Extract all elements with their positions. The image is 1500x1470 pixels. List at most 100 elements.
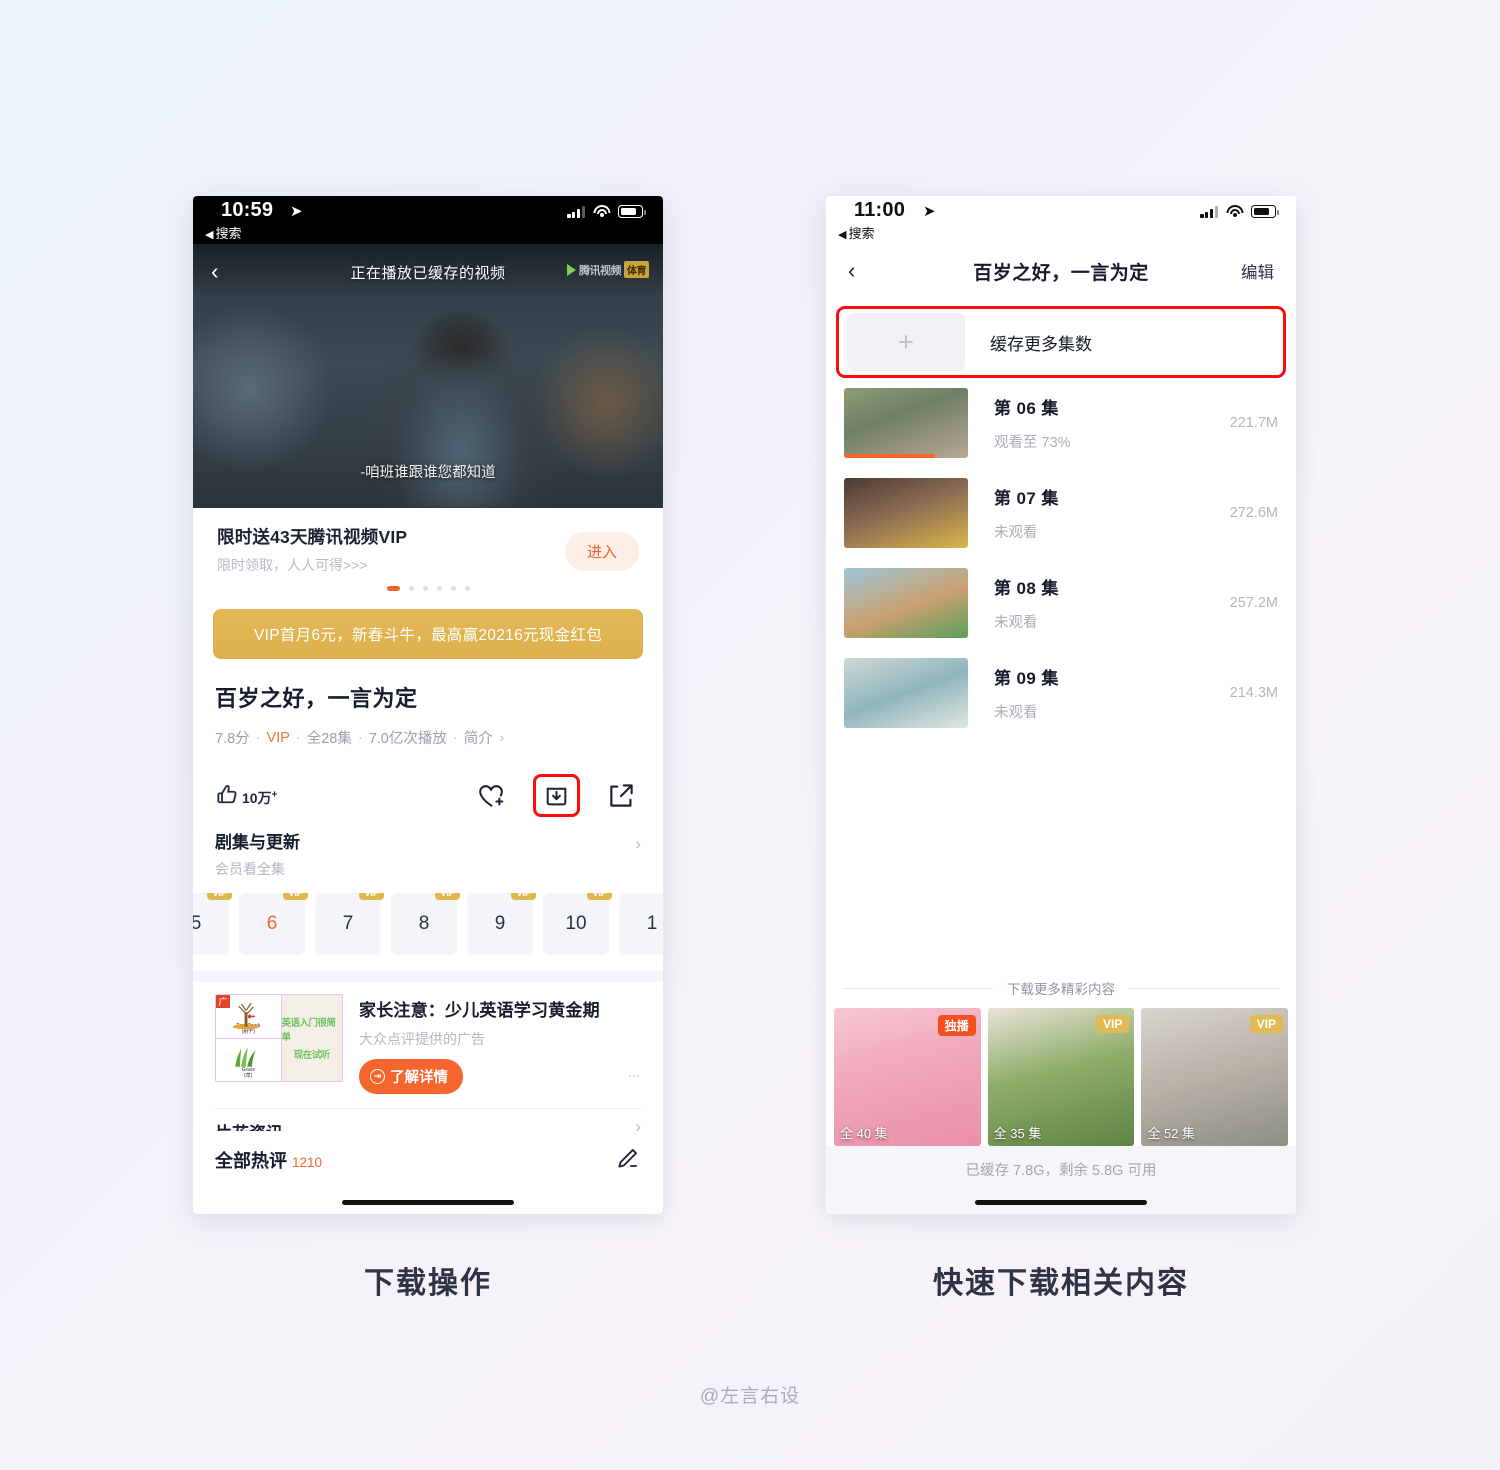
more-content-label: 下载更多精彩内容: [1007, 982, 1115, 997]
episode-section-title: 剧集与更新: [215, 833, 300, 852]
home-indicator: [826, 1200, 1296, 1205]
comments-title: 全部热评 1210: [215, 1151, 323, 1171]
episode-info: 第 07 集未观看: [994, 484, 1230, 542]
episode-name: 第 06 集: [994, 399, 1059, 418]
cache-more-label: 缓存更多集数: [990, 334, 1092, 354]
video-player[interactable]: ‹ 正在播放已缓存的视频 腾讯视频 体育 -咱班谁跟谁您都知道: [193, 244, 663, 508]
episode-carousel[interactable]: VIP 5 VIP 6 VIP 7 VIP 8 VIP 9 VIP 10 VIP1: [193, 893, 663, 955]
recommendation-card[interactable]: 独播全 40 集: [834, 1008, 981, 1146]
news-row-title: 片花资讯: [215, 1119, 641, 1131]
recommendation-card[interactable]: VIP 全 52 集: [1141, 1008, 1289, 1146]
vip-badge: VIP: [283, 893, 308, 900]
status-back-to-search[interactable]: ◀ 搜索: [205, 223, 241, 242]
episode-size: 257.2M: [1229, 595, 1278, 611]
like-count: 10万+: [242, 789, 278, 806]
recommendation-card[interactable]: VIP 全 35 集: [987, 1008, 1135, 1146]
episode-number: 7: [342, 913, 354, 934]
comments-count: 1210: [292, 1155, 323, 1170]
news-row[interactable]: 片花资讯 ›: [193, 1109, 663, 1131]
ad-thumb-text-line2: 现在试听: [293, 1050, 331, 1061]
edit-button[interactable]: 编辑: [1241, 259, 1274, 283]
ad-cta-label: 了解详情: [390, 1070, 448, 1086]
more-content-header: 下载更多精彩内容: [826, 978, 1296, 998]
download-button-highlight[interactable]: [533, 773, 580, 817]
share-icon[interactable]: [606, 780, 637, 811]
episode-chip[interactable]: VIP 6: [239, 893, 308, 955]
ad-flag-label: 广: [216, 995, 230, 1008]
more-vertical-icon[interactable]: ⋮: [627, 1070, 641, 1082]
episode-list-item[interactable]: 第 08 集未观看 257.2M: [826, 558, 1296, 648]
wifi-icon: [1226, 205, 1243, 218]
status-indicators: [1200, 205, 1279, 218]
episode-number: 8: [418, 913, 430, 934]
status-time: 11:00: [854, 199, 906, 221]
vip-banner[interactable]: VIP首月6元，新春斗牛，最高赢20216元现金红包: [213, 609, 643, 659]
comments-bar: 全部热评 1210: [193, 1131, 663, 1173]
ad-cta-button[interactable]: ⇥ 了解详情: [359, 1059, 463, 1094]
caption-left: 下载操作: [364, 1267, 492, 1300]
like-button[interactable]: 10万+: [215, 782, 277, 808]
episode-section: 剧集与更新 会员看全集 ›: [193, 828, 663, 879]
episode-chip[interactable]: VIP1: [619, 893, 663, 955]
ad-source: 大众点评提供的广告: [359, 1031, 485, 1047]
pencil-icon[interactable]: [613, 1145, 641, 1173]
action-icons: [476, 770, 637, 820]
show-meta[interactable]: 7.8分 · VIP · 全28集 · 7.0亿次播放 · 简介 ›: [215, 727, 641, 748]
section-divider: [193, 971, 663, 982]
status-time: 10:59: [221, 199, 274, 221]
play-triangle-icon: [567, 263, 576, 276]
cache-more-button[interactable]: + 缓存更多集数: [836, 306, 1286, 378]
episode-thumbnail: [844, 658, 968, 728]
vip-promo-card[interactable]: 限时送43天腾讯视频VIP 限时领取，人人可得>>> 进入: [193, 508, 663, 597]
episode-section-subtitle: 会员看全集: [215, 861, 285, 877]
vip-badge: VIP: [587, 893, 612, 900]
episode-list-item[interactable]: 第 07 集未观看 272.6M: [826, 468, 1296, 558]
chevron-right-icon[interactable]: ›: [635, 1117, 641, 1131]
vip-badge: VIP: [511, 893, 536, 900]
thumbs-up-icon: [217, 785, 237, 804]
episode-thumbnail: [844, 478, 968, 548]
episode-list-item[interactable]: 第 09 集未观看 214.3M: [826, 648, 1296, 738]
signal-icon: [567, 205, 585, 218]
watch-progress-bar: [844, 454, 935, 458]
navigation-bar: ‹ 百岁之好，一言为定 编辑: [826, 244, 1296, 298]
status-bar-right: 11:00 ➤ ◀ 搜索: [826, 196, 1296, 244]
content-tag: VIP: [1096, 1015, 1130, 1033]
advertisement-card[interactable]: 广 Tree Trunk(树干): [193, 982, 663, 1094]
episode-name: 第 08 集: [994, 579, 1059, 598]
triangle-left-icon: ◀: [838, 229, 847, 241]
recommendation-row: 独播全 40 集 VIP 全 35 集 VIP 全 52 集: [826, 1008, 1296, 1146]
episode-list-item[interactable]: 第 06 集观看至 73% 221.7M: [826, 378, 1296, 468]
carousel-dots[interactable]: [217, 586, 639, 591]
episode-size: 214.3M: [1229, 685, 1278, 701]
vip-tag: VIP: [266, 729, 290, 746]
episode-chip[interactable]: VIP 5: [193, 893, 232, 955]
episode-number: 1: [646, 913, 658, 934]
promo-enter-button[interactable]: 进入: [564, 532, 639, 571]
content-tag: 独播: [937, 1015, 976, 1036]
status-back-to-search[interactable]: ◀ 搜索: [838, 223, 874, 242]
caption-right: 快速下载相关内容: [933, 1267, 1189, 1300]
tencent-video-logo: 腾讯视频 体育: [567, 261, 649, 278]
episode-chip[interactable]: VIP 8: [391, 893, 460, 955]
back-button[interactable]: ‹: [848, 258, 855, 284]
episode-chip[interactable]: VIP 7: [315, 893, 384, 955]
action-bar: 10万+: [215, 770, 641, 820]
wifi-icon: [593, 205, 610, 218]
ad-thumb-text-line1: 英语入门很简单: [281, 1018, 337, 1043]
rating: 7.8分: [215, 731, 250, 747]
heart-plus-icon[interactable]: [476, 780, 507, 811]
episode-chip[interactable]: VIP 10: [543, 893, 612, 955]
episode-chip[interactable]: VIP 9: [467, 893, 536, 955]
ad-title: 家长注意：少儿英语学习黄金期: [359, 1001, 600, 1020]
plus-icon: +: [847, 313, 965, 371]
chevron-right-icon: ›: [499, 730, 505, 745]
intro-link[interactable]: 简介: [464, 727, 493, 748]
episode-info: 第 06 集观看至 73%: [994, 394, 1230, 452]
episode-status: 未观看: [994, 615, 1038, 631]
episode-status: 未观看: [994, 705, 1038, 721]
vip-badge: VIP: [359, 893, 384, 900]
episode-number: 10: [565, 913, 587, 934]
chevron-right-icon[interactable]: ›: [635, 834, 641, 854]
battery-icon: [618, 205, 646, 218]
